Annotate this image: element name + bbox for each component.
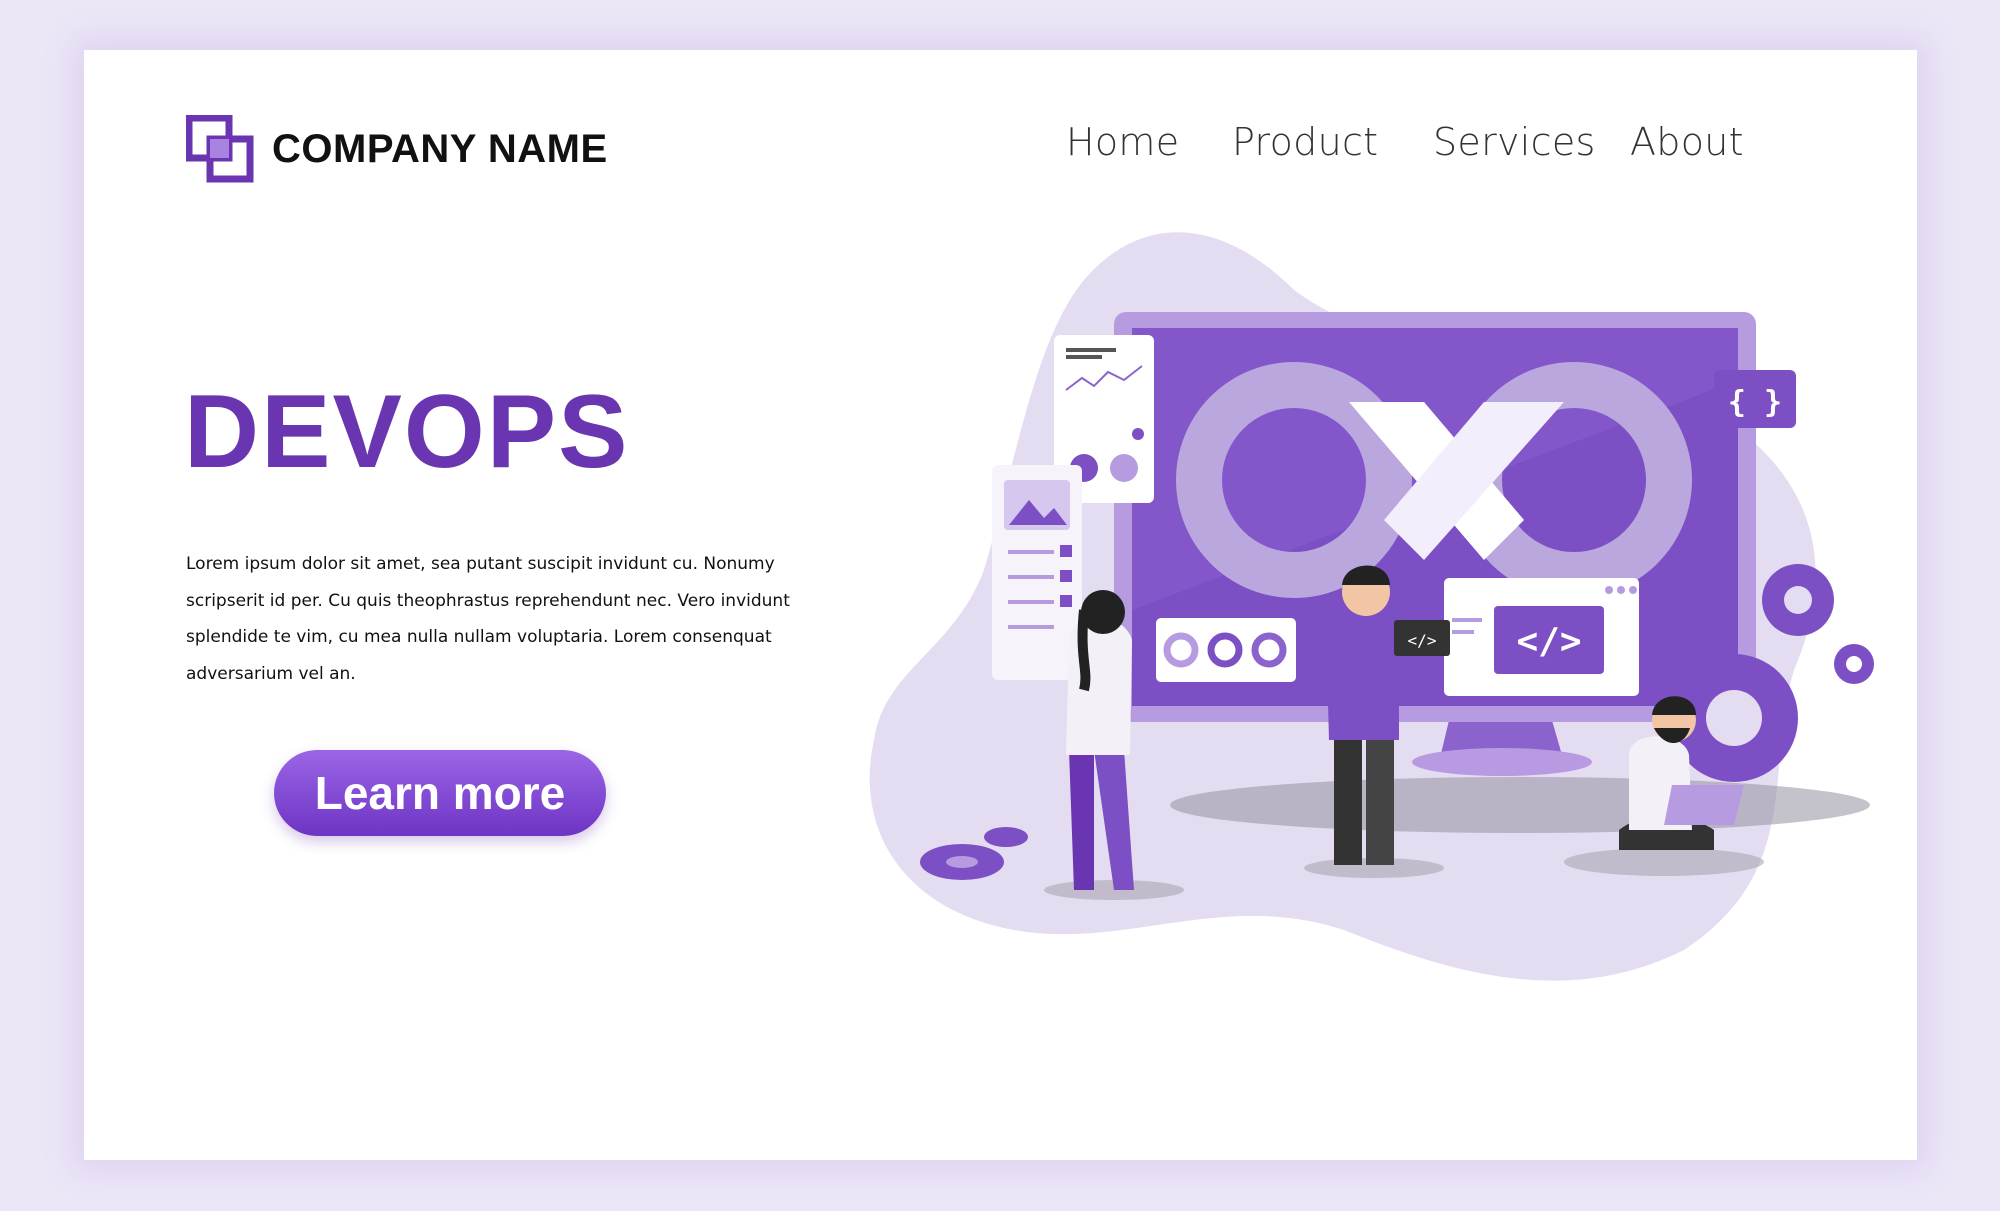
monitor-base xyxy=(1412,748,1592,776)
location-pin-icon xyxy=(1132,428,1144,440)
page-frame: COMPANY NAME Home Product Services About… xyxy=(84,50,1917,1160)
laptop-icon-sitting xyxy=(1664,785,1744,825)
gear-icon-small xyxy=(1834,644,1874,684)
braces-text: { } xyxy=(1728,385,1782,420)
sitting-man-shadow xyxy=(1564,848,1764,876)
devops-illustration: </> { } </> xyxy=(869,232,1874,981)
code-tag-text: </> xyxy=(1516,621,1581,662)
gear-icon-medium xyxy=(1762,564,1834,636)
monitor-floor-shadow xyxy=(1170,777,1870,833)
ring-card xyxy=(1156,618,1296,682)
laptop-code-text: </> xyxy=(1408,631,1437,650)
